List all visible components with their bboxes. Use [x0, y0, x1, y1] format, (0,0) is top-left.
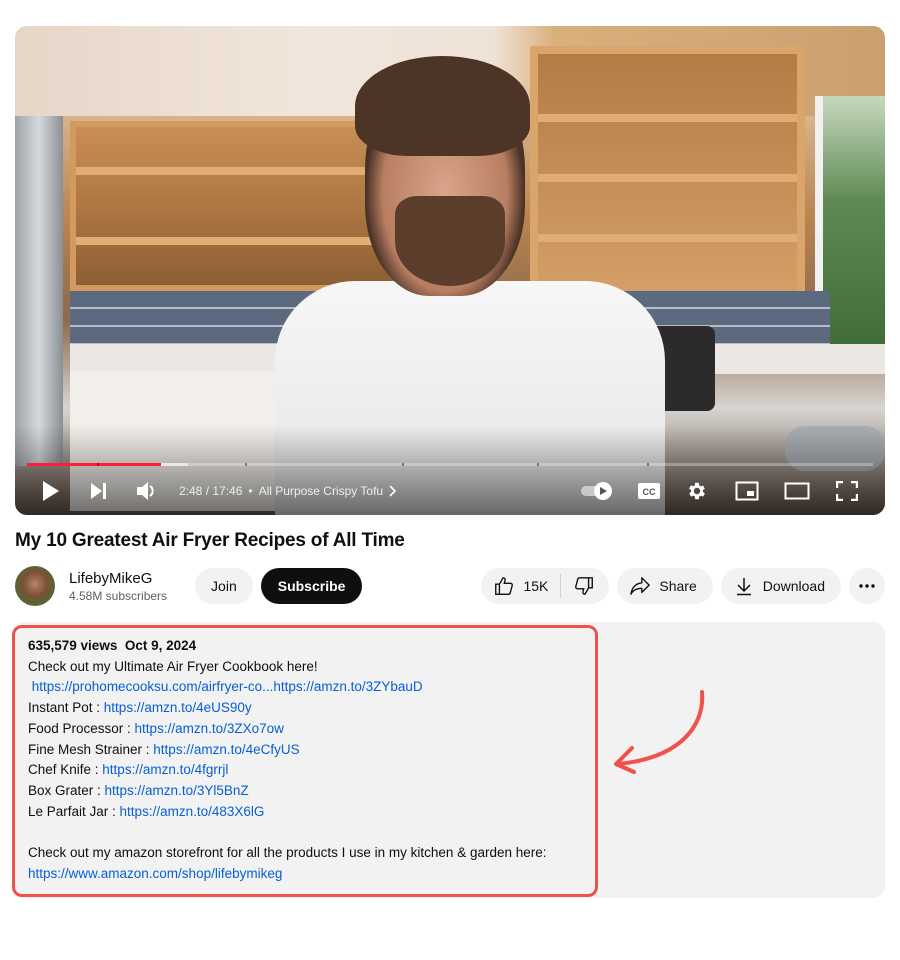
chapter-marker	[402, 463, 404, 466]
chapter-title: All Purpose Crispy Tofu	[258, 484, 384, 498]
channel-info: LifebyMikeG 4.58M subscribers	[69, 570, 167, 603]
description-text: 635,579 views Oct 9, 2024 Check out my U…	[28, 636, 598, 884]
product-line: Le Parfait Jar : https://amzn.to/483X6lG	[28, 802, 598, 823]
play-icon	[43, 481, 59, 501]
scene-person-beard	[395, 196, 505, 286]
video-actions: 15K Share Download	[481, 568, 885, 604]
scene-shelf-left	[70, 121, 400, 291]
description-meta: 635,579 views Oct 9, 2024	[28, 636, 598, 657]
captions-icon: CC	[638, 483, 660, 499]
progress-bar[interactable]	[27, 463, 873, 466]
volume-button[interactable]	[129, 481, 165, 501]
theater-mode-button[interactable]	[777, 482, 817, 500]
settings-button[interactable]	[677, 480, 717, 502]
product-label: Chef Knife :	[28, 762, 103, 778]
product-line: Fine Mesh Strainer : https://amzn.to/4eC…	[28, 740, 598, 761]
cookbook-link[interactable]: https://prohomecooksu.com/airfryer-co...…	[32, 679, 423, 694]
curved-arrow-icon	[614, 690, 705, 774]
video-player[interactable]: 2:48 / 17:46 • All Purpose Crispy Tofu C…	[15, 26, 885, 515]
chapter-marker	[97, 463, 99, 466]
product-link[interactable]: https://amzn.to/3Yl5BnZ	[105, 783, 249, 798]
shelf-board	[538, 114, 797, 122]
product-line: Box Grater : https://amzn.to/3Yl5BnZ	[28, 781, 598, 802]
storefront-text: Check out my amazon storefront for all t…	[28, 845, 547, 861]
product-label: Box Grater :	[28, 782, 105, 798]
storefront-link[interactable]: https://www.amazon.com/shop/lifebymikeg	[28, 866, 282, 881]
miniplayer-icon	[735, 481, 759, 501]
download-button[interactable]: Download	[720, 568, 841, 604]
chevron-right-icon	[389, 485, 397, 497]
autoplay-toggle-icon	[581, 482, 612, 500]
share-label: Share	[659, 578, 697, 594]
next-icon	[91, 483, 106, 499]
miniplayer-button[interactable]	[727, 481, 767, 501]
scene-fridge	[15, 116, 63, 466]
thumbs-down-icon	[575, 577, 594, 595]
upload-date: Oct 9, 2024	[124, 638, 197, 653]
shelf-board	[76, 237, 394, 245]
svg-text:CC: CC	[643, 487, 656, 497]
subscribe-button[interactable]: Subscribe	[260, 568, 363, 604]
download-label: Download	[762, 578, 825, 594]
product-label: Food Processor :	[28, 720, 135, 736]
description-blank-line	[28, 822, 598, 843]
product-link[interactable]: https://amzn.to/4eCfyUS	[153, 742, 299, 757]
like-dislike-group: 15K	[481, 568, 610, 604]
player-controls: 2:48 / 17:46 • All Purpose Crispy Tofu C…	[15, 476, 885, 506]
like-count: 15K	[523, 578, 549, 594]
chapter-button[interactable]: All Purpose Crispy Tofu	[259, 484, 398, 498]
share-icon	[630, 577, 651, 595]
scene-person-hair	[355, 56, 530, 156]
dislike-button[interactable]	[561, 568, 609, 604]
shelf-board	[538, 234, 797, 242]
more-actions-button[interactable]	[849, 568, 885, 604]
product-link[interactable]: https://amzn.to/4fgrrjl	[102, 762, 228, 777]
fullscreen-button[interactable]	[827, 481, 867, 501]
next-button[interactable]	[81, 482, 117, 500]
chapter-marker	[647, 463, 649, 466]
storefront-line: https://www.amazon.com/shop/lifebymikeg	[28, 864, 598, 885]
description-intro: Check out my Ultimate Air Fryer Cookbook…	[28, 658, 318, 674]
scene-shelf-right	[530, 46, 805, 306]
product-label: Le Parfait Jar :	[28, 803, 120, 819]
subscriber-count: 4.58M subscribers	[69, 588, 168, 603]
join-button[interactable]: Join	[195, 568, 253, 604]
fullscreen-icon	[836, 481, 858, 501]
volume-icon	[137, 482, 154, 500]
product-link[interactable]: https://amzn.to/483X6lG	[120, 804, 265, 819]
product-link[interactable]: https://amzn.to/4eUS90y	[104, 700, 252, 715]
shelf-board	[538, 174, 797, 182]
product-line: Chef Knife : https://amzn.to/4fgrrjl	[28, 760, 598, 781]
progress-played	[27, 463, 161, 466]
chapter-separator: •	[248, 484, 253, 498]
product-label: Fine Mesh Strainer :	[28, 741, 154, 757]
more-horizontal-icon	[859, 584, 875, 588]
download-icon	[736, 578, 751, 596]
product-link[interactable]: https://amzn.to/3ZXo7ow	[135, 721, 284, 736]
thumbs-up-icon	[495, 577, 514, 595]
chapter-marker	[537, 463, 539, 466]
autoplay-toggle[interactable]	[577, 481, 617, 501]
captions-button[interactable]: CC	[629, 482, 669, 500]
time-display: 2:48 / 17:46	[179, 484, 243, 498]
share-button[interactable]: Share	[617, 568, 713, 604]
channel-owner-row: LifebyMikeG 4.58M subscribers Join Subsc…	[15, 566, 363, 606]
product-label: Instant Pot :	[28, 700, 104, 716]
cookbook-line: https://prohomecooksu.com/airfryer-co...…	[28, 677, 598, 698]
play-button[interactable]	[33, 480, 69, 502]
like-button[interactable]: 15K	[481, 568, 560, 604]
shelf-board	[76, 167, 394, 175]
product-line: Food Processor : https://amzn.to/3ZXo7ow	[28, 719, 598, 740]
gear-icon	[689, 482, 705, 500]
channel-name[interactable]: LifebyMikeG	[69, 570, 167, 587]
view-count: 635,579 views	[28, 638, 118, 653]
product-line: Instant Pot : https://amzn.to/4eUS90y	[28, 698, 598, 719]
video-title: My 10 Greatest Air Fryer Recipes of All …	[15, 530, 405, 551]
theater-mode-icon	[784, 482, 810, 500]
channel-avatar[interactable]	[15, 566, 55, 606]
chapter-marker	[245, 463, 247, 466]
